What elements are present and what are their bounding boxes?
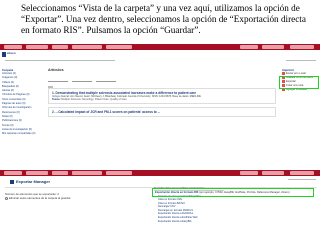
remove-items-checkbox[interactable] [5, 196, 8, 200]
back-arrow-icon[interactable] [10, 179, 14, 184]
email-icon [282, 72, 285, 75]
format-option[interactable]: Exportación directa a EasyBib [154, 220, 304, 224]
folder-view-screenshot: ebsco Carpeta Artículos (2) Imágenes (0)… [0, 44, 320, 168]
results-controls: 1 - 2 de 2 Seleccionar todo [48, 77, 276, 91]
export-manager-title: Exportar Manager [10, 179, 50, 184]
ris-highlight-box [152, 188, 314, 197]
logo: ebsco [2, 52, 28, 64]
export-highlight-box [279, 76, 319, 89]
slide-caption: Seleccionamos “Vista de la carpeta” y un… [21, 3, 306, 36]
result-item: 1. Demonstrating that multiple sclerosis… [48, 88, 276, 105]
export-manager-screenshot: Exportar Manager Número de elementos que… [0, 170, 320, 240]
sidebar-item[interactable]: Mis carpetas compartidas (0) [2, 132, 44, 136]
export-options-left: Número de elementos que se exportarán: 2… [5, 192, 71, 200]
result-item: 2. ...Calculated impact of JCR and FM-1 … [48, 107, 276, 118]
header-right-divider [286, 60, 316, 61]
top-navigation-bar [0, 170, 320, 176]
folder-sidebar: Carpeta Artículos (2) Imágenes (0) Vídeo… [2, 68, 44, 156]
logo-icon [2, 52, 6, 57]
folder-main: Artículos 1 - 2 de 2 Seleccionar todo 1.… [48, 68, 276, 168]
remove-items-option[interactable]: Eliminar estos elementos de la carpeta a… [5, 196, 71, 200]
header-right-divider [288, 179, 316, 180]
result-title-link[interactable]: 2. ...Calculated impact of JCR and FM-1 … [52, 110, 272, 114]
header-divider [5, 60, 115, 61]
result-subjects: Temas: Multiple Sclerosis; Neurology; Pa… [52, 98, 127, 102]
top-navigation-bar [0, 44, 320, 50]
